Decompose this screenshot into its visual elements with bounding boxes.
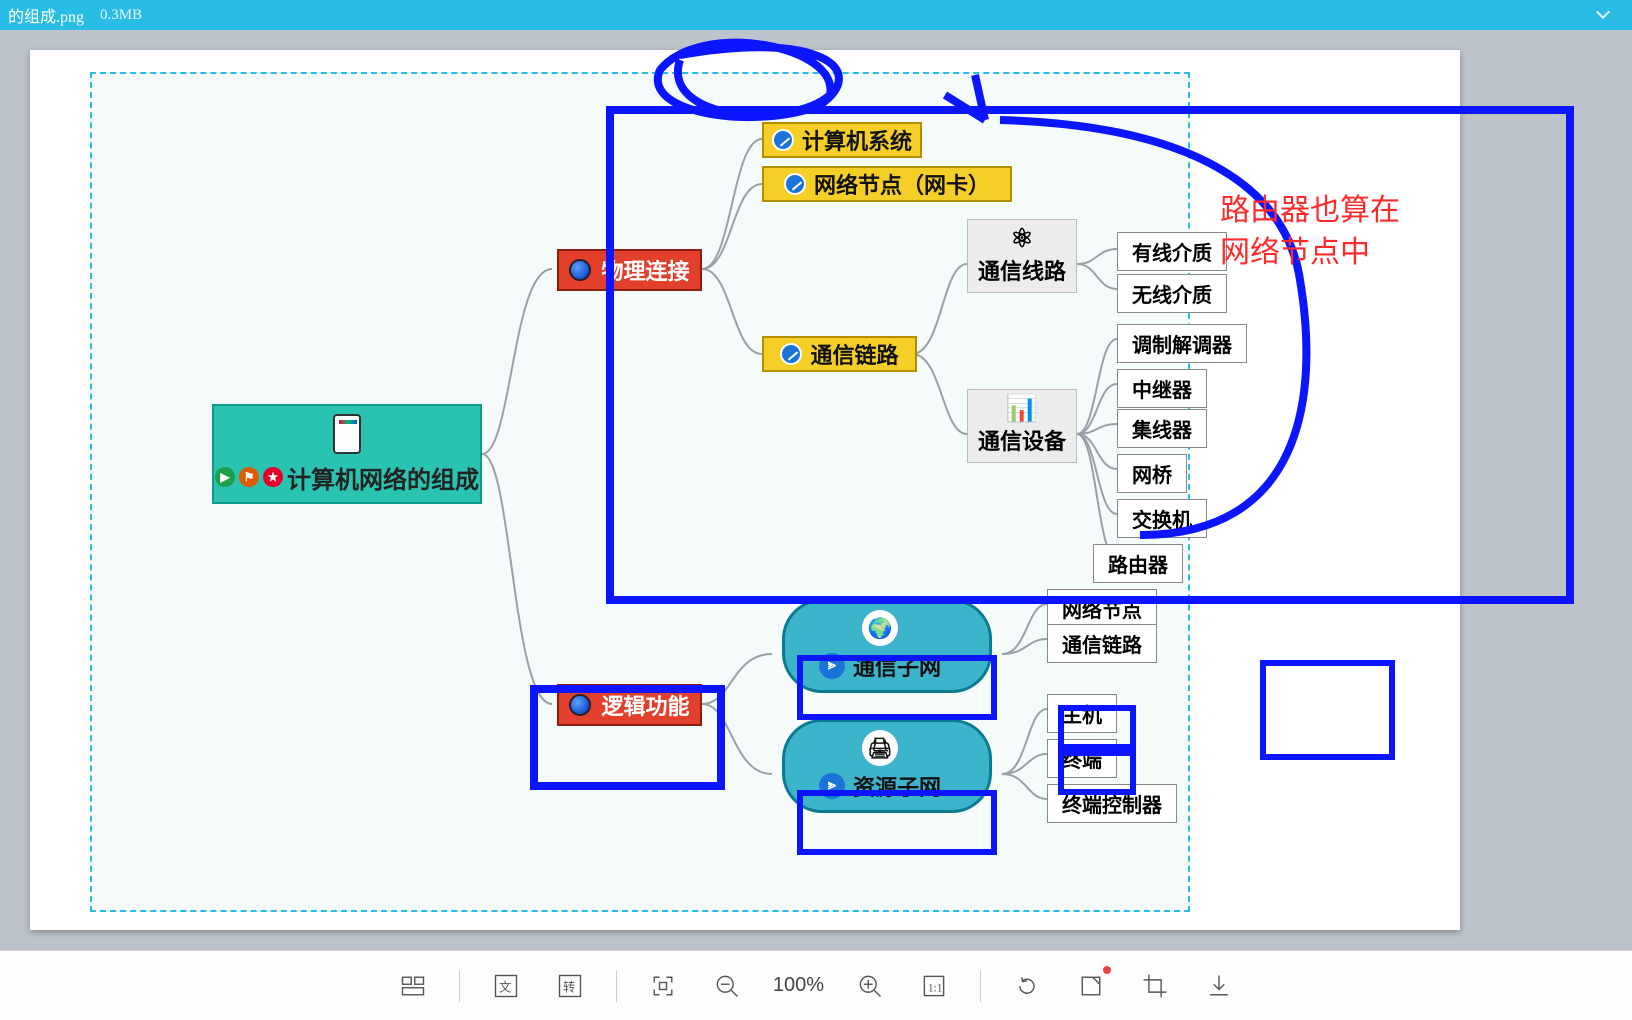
node-label: 通信线路 [978,254,1066,286]
zoom-level: 100% [773,974,824,997]
leaf-wuxian[interactable]: 无线介质 [1117,274,1227,313]
node-physical[interactable]: 物理连接 [557,249,702,291]
node-tongxinxianlu[interactable]: ⚛ 通信线路 [967,219,1077,293]
play-icon: ▶ [215,467,235,487]
fit-screen-button[interactable] [645,968,681,1004]
leaf-bridge[interactable]: 网桥 [1117,454,1187,493]
leaf-repeater[interactable]: 中继器 [1117,369,1207,408]
dot-icon [569,259,591,281]
annotation-text: 路由器也算在 网络节点中 [1220,190,1400,274]
notification-dot-icon [1103,966,1111,974]
leaf-switch[interactable]: 交换机 [1117,499,1207,538]
annotation-rect-ziyuan [797,790,997,855]
annotation-rect-logical [530,685,725,790]
root-label: 计算机网络的组成 [287,460,479,495]
crop-button[interactable] [1137,968,1173,1004]
actual-size-button[interactable]: 1:1 [916,968,952,1004]
node-label: 通信链路 [810,338,898,370]
svg-text:转: 转 [563,979,575,994]
toolbar-separator [980,970,981,1002]
annotation-rect-empty [1260,660,1395,760]
node-wangka[interactable]: 网络节点（网卡） [762,166,1012,202]
leaf-router[interactable]: 路由器 [1093,544,1183,583]
title-bar: 的组成.png 0.3MB [0,0,1632,30]
node-label: 通信设备 [978,424,1066,456]
node-tongxinlianlu[interactable]: 通信链路 [762,336,917,372]
atom-icon: ⚛ [1010,226,1033,252]
svg-text:1:1: 1:1 [928,982,943,994]
zoom-out-button[interactable] [709,968,745,1004]
globe-icon: 🌍 [862,610,898,646]
bottom-toolbar: 文 转 100% 1:1 [0,950,1632,1020]
dot-icon [780,343,802,365]
svg-text:文: 文 [499,979,511,994]
annotation-rect-tongxin [797,655,997,720]
node-label: 物理连接 [601,254,689,286]
toolbar-separator [616,970,617,1002]
printer-icon: 🖨 [862,730,898,766]
phone-icon [333,414,361,454]
annotation-rect-host [1058,705,1136,750]
toolbar-separator [459,970,460,1002]
flag-icon: ⚑ [239,467,259,487]
rotate-button[interactable] [1009,968,1045,1004]
node-label: 计算机系统 [802,124,912,156]
download-button[interactable] [1201,968,1237,1004]
file-size: 0.3MB [100,7,142,24]
thumbnail-view-button[interactable] [395,968,431,1004]
leaf-hub[interactable]: 集线器 [1117,409,1207,448]
leaf-netnode[interactable]: 网络节点 [1047,589,1157,628]
annotation-rect-terminal [1058,750,1136,795]
dot-icon [784,173,806,195]
root-node[interactable]: ▶ ⚑ ★ 计算机网络的组成 [212,404,482,504]
transform-button[interactable]: 转 [552,968,588,1004]
zoom-in-button[interactable] [852,968,888,1004]
node-jisuanji[interactable]: 计算机系统 [762,122,922,158]
file-name: 的组成.png [8,3,84,27]
leaf-modem[interactable]: 调制解调器 [1117,324,1247,363]
chart-icon: 📊 [1006,396,1038,422]
edit-button[interactable] [1073,968,1109,1004]
ocr-button[interactable]: 文 [488,968,524,1004]
star-icon: ★ [263,467,283,487]
node-label: 网络节点（网卡） [814,168,990,200]
dot-icon [772,129,794,151]
node-tongxinshebei[interactable]: 📊 通信设备 [967,389,1077,463]
leaf-commlink[interactable]: 通信链路 [1047,624,1157,663]
chevron-down-icon[interactable] [1594,6,1612,24]
leaf-youxian[interactable]: 有线介质 [1117,232,1227,271]
